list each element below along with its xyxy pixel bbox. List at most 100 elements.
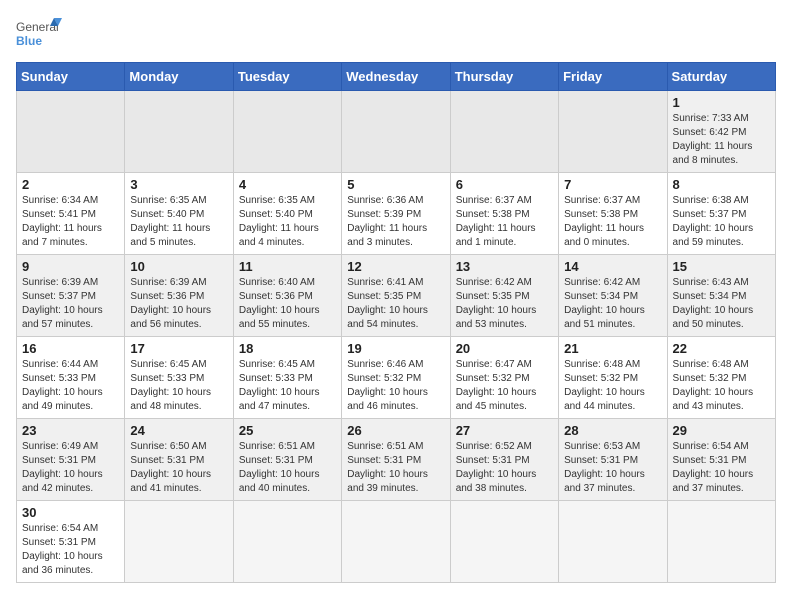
day-info: Sunrise: 6:38 AM Sunset: 5:37 PM Dayligh… [673,194,770,250]
calendar-day: 23 Sunrise: 6:49 AM Sunset: 5:31 PM Dayli… [17,419,125,501]
calendar-day [17,91,125,173]
calendar-day: 2Sunrise: 6:34 AM Sunset: 5:41 PM Daylig… [17,173,125,255]
day-info: Sunrise: 6:42 AM Sunset: 5:34 PM Dayligh… [564,276,661,332]
calendar-day [125,91,233,173]
calendar-day: 6Sunrise: 6:37 AM Sunset: 5:38 PM Daylig… [450,173,558,255]
calendar-day [233,91,341,173]
calendar-day [342,501,450,583]
calendar-day: 10Sunrise: 6:39 AM Sunset: 5:36 PM Dayli… [125,255,233,337]
day-info: Sunrise: 6:51 AM Sunset: 5:31 PM Dayligh… [239,440,336,496]
svg-text:Blue: Blue [16,34,42,48]
day-info: Sunrise: 6:51 AM Sunset: 5:31 PM Dayligh… [347,440,444,496]
calendar-day: 12Sunrise: 6:41 AM Sunset: 5:35 PM Dayli… [342,255,450,337]
calendar-day: 22 Sunrise: 6:48 AM Sunset: 5:32 PM Dayli… [667,337,775,419]
day-number: 22 [673,341,770,356]
calendar-day: 9Sunrise: 6:39 AM Sunset: 5:37 PM Daylig… [17,255,125,337]
calendar-day: 7Sunrise: 6:37 AM Sunset: 5:38 PM Daylig… [559,173,667,255]
calendar-day: 14 Sunrise: 6:42 AM Sunset: 5:34 PM Dayli… [559,255,667,337]
day-info: Sunrise: 6:54 AM Sunset: 5:31 PM Dayligh… [22,522,119,578]
calendar-header-saturday: Saturday [667,63,775,91]
calendar-day [450,91,558,173]
day-number: 16 [22,341,119,356]
day-info: Sunrise: 6:54 AM Sunset: 5:31 PM Dayligh… [673,440,770,496]
day-info: Sunrise: 7:33 AM Sunset: 6:42 PM Dayligh… [673,112,770,168]
day-number: 8 [673,177,770,192]
calendar-day: 16 Sunrise: 6:44 AM Sunset: 5:33 PM Dayli… [17,337,125,419]
day-info: Sunrise: 6:43 AM Sunset: 5:34 PM Dayligh… [673,276,770,332]
calendar-table: SundayMondayTuesdayWednesdayThursdayFrid… [16,62,776,583]
calendar-day: 18 Sunrise: 6:45 AM Sunset: 5:33 PM Dayli… [233,337,341,419]
day-info: Sunrise: 6:40 AM Sunset: 5:36 PM Dayligh… [239,276,336,332]
calendar-day: 13Sunrise: 6:42 AM Sunset: 5:35 PM Dayli… [450,255,558,337]
day-info: Sunrise: 6:50 AM Sunset: 5:31 PM Dayligh… [130,440,227,496]
day-number: 25 [239,423,336,438]
day-info: Sunrise: 6:49 AM Sunset: 5:31 PM Dayligh… [22,440,119,496]
day-number: 1 [673,95,770,110]
calendar-day: 3 Sunrise: 6:35 AM Sunset: 5:40 PM Daylig… [125,173,233,255]
day-number: 26 [347,423,444,438]
calendar-week-row: 16 Sunrise: 6:44 AM Sunset: 5:33 PM Dayli… [17,337,776,419]
calendar-week-row: 9Sunrise: 6:39 AM Sunset: 5:37 PM Daylig… [17,255,776,337]
calendar-day: 19Sunrise: 6:46 AM Sunset: 5:32 PM Dayli… [342,337,450,419]
calendar-day: 15 Sunrise: 6:43 AM Sunset: 5:34 PM Dayli… [667,255,775,337]
day-number: 27 [456,423,553,438]
logo-svg: General Blue [16,16,66,54]
day-info: Sunrise: 6:45 AM Sunset: 5:33 PM Dayligh… [130,358,227,414]
day-number: 11 [239,259,336,274]
calendar-week-row: 23 Sunrise: 6:49 AM Sunset: 5:31 PM Dayli… [17,419,776,501]
calendar-day: 21Sunrise: 6:48 AM Sunset: 5:32 PM Dayli… [559,337,667,419]
day-number: 28 [564,423,661,438]
calendar-week-row: 1 Sunrise: 7:33 AM Sunset: 6:42 PM Daylig… [17,91,776,173]
calendar-week-row: 2Sunrise: 6:34 AM Sunset: 5:41 PM Daylig… [17,173,776,255]
day-info: Sunrise: 6:39 AM Sunset: 5:36 PM Dayligh… [130,276,227,332]
calendar-day: 28 Sunrise: 6:53 AM Sunset: 5:31 PM Dayli… [559,419,667,501]
day-number: 18 [239,341,336,356]
day-info: Sunrise: 6:45 AM Sunset: 5:33 PM Dayligh… [239,358,336,414]
calendar-day [667,501,775,583]
day-number: 7 [564,177,661,192]
day-number: 4 [239,177,336,192]
day-number: 21 [564,341,661,356]
calendar-day: 4 Sunrise: 6:35 AM Sunset: 5:40 PM Daylig… [233,173,341,255]
day-number: 17 [130,341,227,356]
day-number: 30 [22,505,119,520]
calendar-day: 11 Sunrise: 6:40 AM Sunset: 5:36 PM Dayli… [233,255,341,337]
calendar-day: 20 Sunrise: 6:47 AM Sunset: 5:32 PM Dayli… [450,337,558,419]
day-info: Sunrise: 6:35 AM Sunset: 5:40 PM Dayligh… [130,194,227,250]
day-info: Sunrise: 6:47 AM Sunset: 5:32 PM Dayligh… [456,358,553,414]
calendar-week-row: 30 Sunrise: 6:54 AM Sunset: 5:31 PM Dayli… [17,501,776,583]
calendar-day: 24 Sunrise: 6:50 AM Sunset: 5:31 PM Dayli… [125,419,233,501]
day-info: Sunrise: 6:53 AM Sunset: 5:31 PM Dayligh… [564,440,661,496]
calendar-day: 25 Sunrise: 6:51 AM Sunset: 5:31 PM Dayli… [233,419,341,501]
day-info: Sunrise: 6:44 AM Sunset: 5:33 PM Dayligh… [22,358,119,414]
calendar-day [342,91,450,173]
calendar-day: 1 Sunrise: 7:33 AM Sunset: 6:42 PM Daylig… [667,91,775,173]
calendar-header-tuesday: Tuesday [233,63,341,91]
page-header: General Blue [16,16,776,54]
calendar-header-thursday: Thursday [450,63,558,91]
calendar-day [233,501,341,583]
day-number: 3 [130,177,227,192]
day-info: Sunrise: 6:36 AM Sunset: 5:39 PM Dayligh… [347,194,444,250]
day-number: 5 [347,177,444,192]
calendar-day: 5 Sunrise: 6:36 AM Sunset: 5:39 PM Daylig… [342,173,450,255]
calendar-header-friday: Friday [559,63,667,91]
day-number: 9 [22,259,119,274]
day-number: 20 [456,341,553,356]
day-number: 13 [456,259,553,274]
logo: General Blue [16,16,66,54]
day-info: Sunrise: 6:48 AM Sunset: 5:32 PM Dayligh… [673,358,770,414]
day-number: 12 [347,259,444,274]
calendar-day: 29Sunrise: 6:54 AM Sunset: 5:31 PM Dayli… [667,419,775,501]
day-number: 23 [22,423,119,438]
day-number: 14 [564,259,661,274]
day-info: Sunrise: 6:46 AM Sunset: 5:32 PM Dayligh… [347,358,444,414]
day-info: Sunrise: 6:52 AM Sunset: 5:31 PM Dayligh… [456,440,553,496]
calendar-day [559,91,667,173]
day-number: 6 [456,177,553,192]
day-info: Sunrise: 6:35 AM Sunset: 5:40 PM Dayligh… [239,194,336,250]
calendar-day: 17 Sunrise: 6:45 AM Sunset: 5:33 PM Dayli… [125,337,233,419]
day-number: 24 [130,423,227,438]
day-number: 15 [673,259,770,274]
day-info: Sunrise: 6:34 AM Sunset: 5:41 PM Dayligh… [22,194,119,250]
